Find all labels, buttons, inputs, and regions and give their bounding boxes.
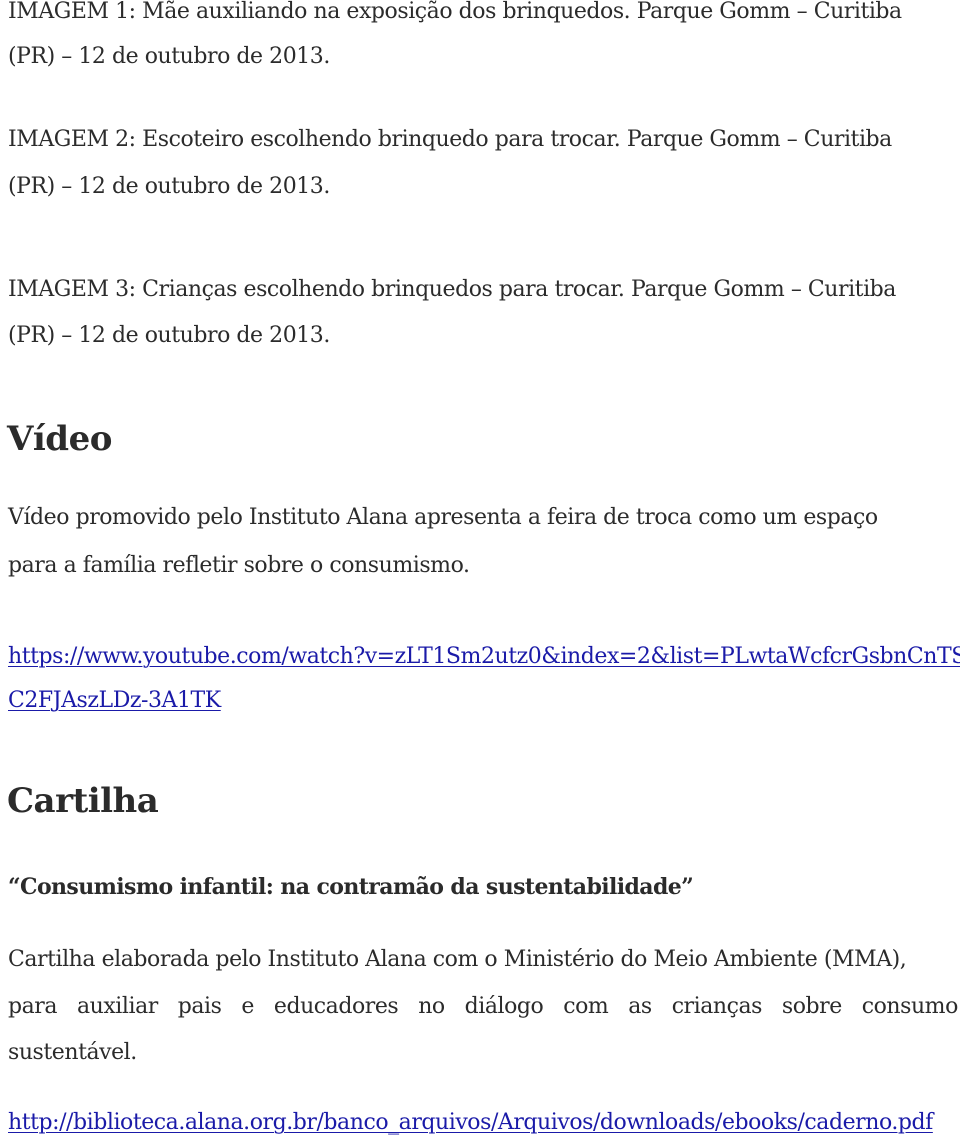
word: e	[241, 994, 254, 1019]
caption-2-line-1: IMAGEM 2: Escoteiro escolhendo brinquedo…	[8, 127, 892, 152]
cartilha-heading: Cartilha	[7, 781, 159, 821]
caption-2-line-2: (PR) – 12 de outubro de 2013.	[8, 174, 330, 199]
video-link-continuation[interactable]: C2FJAszLDz-3A1TK	[8, 688, 221, 713]
cartilha-title: “Consumismo infantil: na contramão da su…	[8, 874, 694, 900]
cartilha-link-line[interactable]: http://biblioteca.alana.org.br/banco_arq…	[8, 1108, 933, 1138]
word: para	[8, 994, 58, 1019]
word: diálogo	[464, 994, 544, 1019]
word: com	[563, 994, 609, 1019]
video-description-line-1: Vídeo promovido pelo Instituto Alana apr…	[8, 505, 878, 530]
cartilha-description-line-1: Cartilha elaborada pelo Instituto Alana …	[8, 947, 907, 972]
video-link-line-2[interactable]: C2FJAszLDz-3A1TK	[8, 686, 221, 716]
cartilha-link[interactable]: http://biblioteca.alana.org.br/banco_arq…	[8, 1110, 933, 1135]
word: pais	[177, 994, 222, 1019]
cartilha-description-line-3: sustentável.	[8, 1040, 137, 1065]
caption-3-line-2: (PR) – 12 de outubro de 2013.	[8, 323, 330, 348]
video-link-line-1[interactable]: https://www.youtube.com/watch?v=zLT1Sm2u…	[8, 642, 960, 672]
video-link[interactable]: https://www.youtube.com/watch?v=zLT1Sm2u…	[8, 644, 960, 669]
video-heading: Vídeo	[7, 419, 112, 459]
word: crianças	[671, 994, 763, 1019]
cartilha-description-line-2: para auxiliar pais e educadores no diálo…	[8, 992, 958, 1022]
caption-1-line-1: IMAGEM 1: Mãe auxiliando na exposição do…	[8, 0, 902, 24]
caption-1-line-2: (PR) – 12 de outubro de 2013.	[8, 44, 330, 69]
word: auxiliar	[76, 994, 158, 1019]
caption-3-line-1: IMAGEM 3: Crianças escolhendo brinquedos…	[8, 277, 896, 302]
word: sobre	[781, 994, 842, 1019]
word: educadores	[273, 994, 399, 1019]
video-description-line-2: para a família refletir sobre o consumis…	[8, 553, 470, 578]
word: no	[418, 994, 445, 1019]
word: consumo	[861, 994, 959, 1019]
word: as	[628, 994, 652, 1019]
